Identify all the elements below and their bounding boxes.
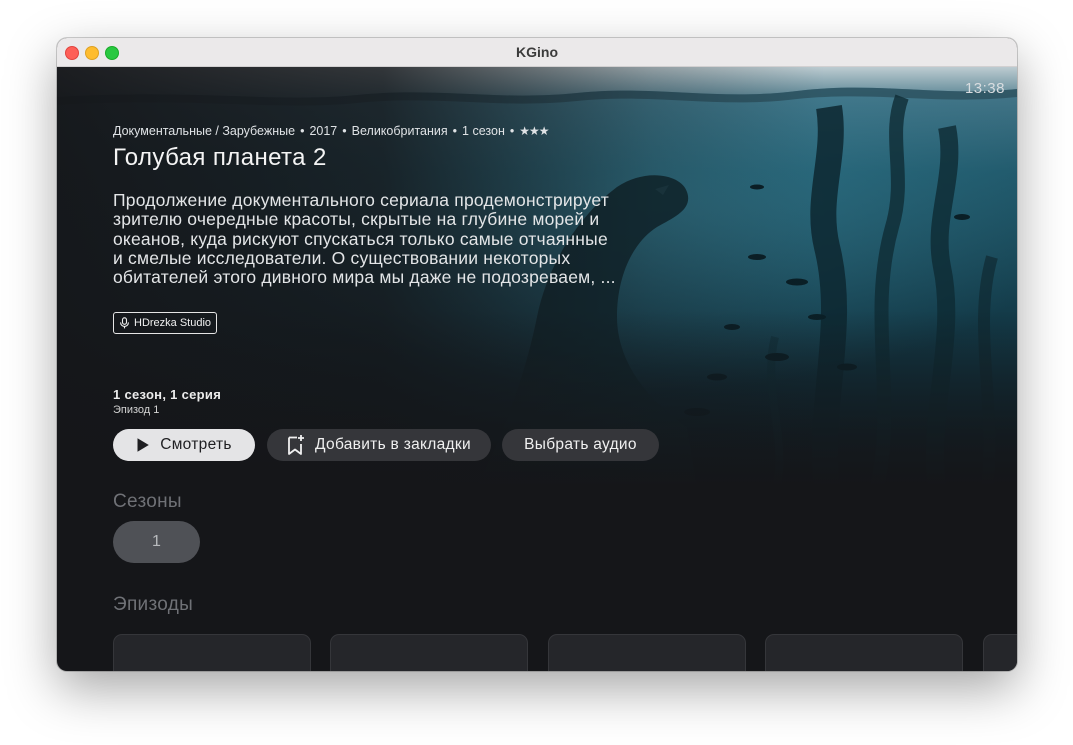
add-bookmark-button[interactable]: Добавить в закладки [267,429,491,461]
meta-country: Великобритания [351,124,448,138]
description-line: океанов, куда рискуют спускаться только … [113,228,608,249]
meta-genres: Документальные / Зарубежные [113,124,296,138]
episode-card[interactable] [983,634,1017,671]
meta-year: 2017 [309,124,338,138]
meta-separator: • [342,124,347,138]
play-icon [137,438,150,452]
microphone-icon [120,317,129,329]
voiceover-studio-badge[interactable]: HDrezka Studio [113,312,218,334]
description-line: и смелые исследователи. О существовании … [113,247,571,268]
season-item[interactable]: 1 [113,521,200,563]
description-line: обитателей этого дивного мира мы даже не… [113,267,616,288]
meta-separator: • [300,124,305,138]
bookmark-button-label: Добавить в закладки [315,436,471,453]
episode-card[interactable] [548,634,746,671]
clock: 13:38 [964,80,1005,97]
bookmark-add-icon [288,435,305,455]
episode-card[interactable] [765,634,963,671]
watch-button[interactable]: Смотреть [113,429,255,461]
current-episode-subtitle: Эпизод 1 [113,404,160,416]
main-content: 13:38 Документальные / Зарубежные • 2017 • В… [57,67,1017,671]
show-meta: Документальные / Зарубежные • 2017 • Великоб… [113,124,550,138]
episode-card[interactable] [113,634,311,671]
episodes-heading: Эпизоды [113,594,194,615]
meta-separator: • [509,124,515,138]
description-line: Продолжение документального сериала прод… [113,190,609,210]
audio-button-label: Выбрать аудио [524,436,637,453]
show-title: Голубая планета 2 [113,144,327,171]
show-description: Продолжение документального сериала прод… [113,190,623,288]
meta-separator: • [452,124,458,138]
select-audio-button[interactable]: Выбрать аудио [502,429,659,461]
seasons-heading: Сезоны [113,491,182,512]
current-episode-title: 1 сезон, 1 серия [113,387,222,402]
title-bar[interactable]: KGino [57,38,1017,67]
episode-card[interactable] [330,634,528,671]
studio-label: HDrezka Studio [134,317,212,329]
rating-stars: ★★★ [519,124,549,138]
window-title: KGino [516,44,558,60]
description-line: зрителю очередные красоты, скрытые на гл… [113,209,600,230]
app-window: KGino 13:38 Документальные / Зарубежные … [57,38,1017,671]
meta-seasons: 1 сезон [462,124,505,138]
watch-button-label: Смотреть [160,436,232,453]
